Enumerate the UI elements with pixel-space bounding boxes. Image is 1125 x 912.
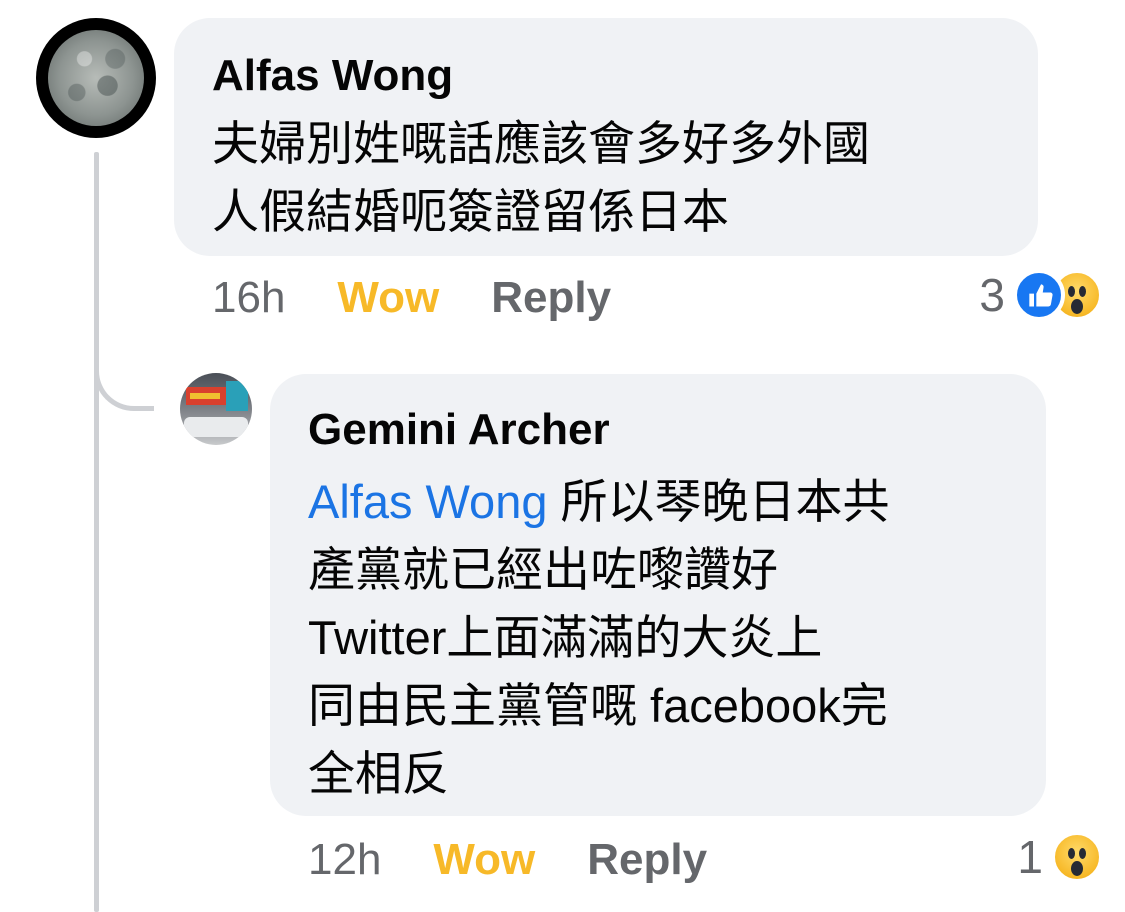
comment-body: Alfas Wong 所以琴晚日本共 產黨就已經出咗嚟讚好 Twitter上面滿… xyxy=(308,468,1008,808)
comment-timestamp[interactable]: 12h xyxy=(308,834,381,886)
reaction-summary[interactable]: 3 xyxy=(979,268,1103,322)
reaction-count: 1 xyxy=(1017,831,1043,883)
reaction-button[interactable]: Wow xyxy=(337,272,439,324)
wow-icon xyxy=(1051,831,1103,883)
reaction-icons xyxy=(1013,269,1103,321)
comment-bubble: Alfas Wong 夫婦別姓嘅話應該會多好多外國 人假結婚呃簽證留係日本 xyxy=(174,18,1038,256)
comment-author[interactable]: Gemini Archer xyxy=(308,404,1008,456)
comment-body-line: 全相反 xyxy=(308,747,449,800)
comment-body: 夫婦別姓嘅話應該會多好多外國 人假結婚呃簽證留係日本 xyxy=(212,110,1000,246)
comment-body-text: 所以琴晚日本共 xyxy=(547,475,890,528)
mention-link[interactable]: Alfas Wong xyxy=(308,475,547,528)
reaction-count: 3 xyxy=(979,269,1005,321)
reply-button[interactable]: Reply xyxy=(587,834,707,886)
comment-actions: 12h Wow Reply xyxy=(308,834,707,886)
avatar[interactable] xyxy=(180,373,252,445)
comment-body-line: 人假結婚呃簽證留係日本 xyxy=(212,185,729,238)
comment-author[interactable]: Alfas Wong xyxy=(212,50,1000,102)
moon-avatar-image xyxy=(48,30,144,126)
comment-body-line: 同由民主黨管嘅 facebook完 xyxy=(308,679,888,732)
comment-actions: 16h Wow Reply xyxy=(212,272,611,324)
comment-body-line: Alfas Wong 所以琴晚日本共 xyxy=(308,468,1008,536)
thread-line xyxy=(94,152,99,912)
avatar[interactable] xyxy=(36,18,156,138)
reply-bubble: Gemini Archer Alfas Wong 所以琴晚日本共 產黨就已經出咗… xyxy=(270,374,1046,816)
reply-connector xyxy=(94,355,154,411)
comment-body-line: Twitter上面滿滿的大炎上 xyxy=(308,611,823,664)
like-icon xyxy=(1013,269,1065,321)
comment-timestamp[interactable]: 16h xyxy=(212,272,285,324)
reply-button[interactable]: Reply xyxy=(491,272,611,324)
reaction-button[interactable]: Wow xyxy=(433,834,535,886)
reaction-summary[interactable]: 1 xyxy=(1017,830,1103,884)
comment-body-line: 產黨就已經出咗嚟讚好 xyxy=(308,543,778,596)
reaction-icons xyxy=(1051,831,1103,883)
comment-body-line: 夫婦別姓嘅話應該會多好多外國 xyxy=(212,117,870,170)
